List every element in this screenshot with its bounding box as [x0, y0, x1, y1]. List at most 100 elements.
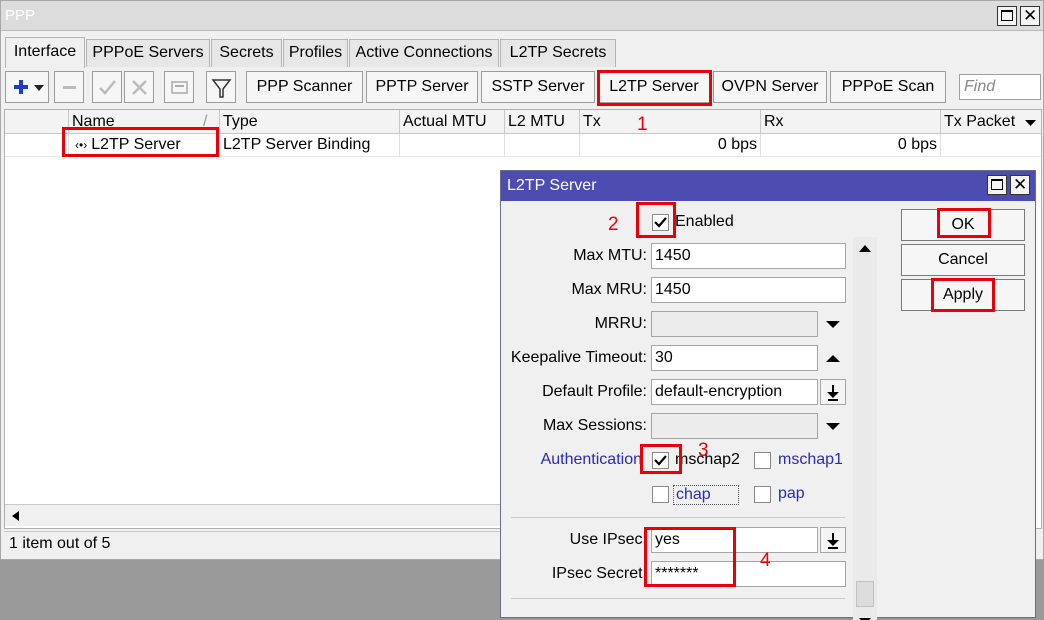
max-mru-field[interactable]: 1450	[651, 277, 846, 303]
pppoe-scan-button[interactable]: PPPoE Scan	[830, 71, 946, 103]
column-header-type[interactable]: Type	[219, 110, 399, 134]
toolbar: PPP Scanner PPTP Server SSTP Server L2TP…	[1, 69, 1043, 107]
scroll-left-icon[interactable]	[5, 505, 27, 527]
tab-pppoe-servers[interactable]: PPPoE Servers	[86, 39, 210, 67]
keepalive-timeout-field[interactable]: 30	[651, 345, 818, 371]
tab-interface[interactable]: Interface	[5, 37, 85, 68]
annotation-number: 3	[698, 440, 709, 461]
dialog-title: L2TP Server	[507, 177, 597, 194]
row-rx-cell: 0 bps	[760, 134, 940, 156]
pap-label: pap	[778, 485, 805, 502]
maximize-icon	[1001, 10, 1013, 21]
close-button[interactable]: ✕	[1020, 6, 1040, 26]
filter-button[interactable]	[206, 71, 236, 103]
row-l2-mtu-cell	[504, 134, 579, 156]
close-icon: ✕	[1023, 6, 1038, 25]
add-button[interactable]	[5, 71, 49, 103]
disable-button[interactable]	[124, 71, 154, 103]
maximize-button[interactable]	[997, 6, 1017, 26]
annotation-number: 2	[608, 214, 619, 235]
scrollbar-thumb[interactable]	[856, 581, 874, 607]
columns-menu-button[interactable]	[1020, 110, 1041, 134]
use-ipsec-dropdown-button[interactable]	[820, 527, 846, 553]
column-header-tx-packet[interactable]: Tx Packet (	[940, 110, 1020, 134]
sstp-server-button[interactable]: SSTP Server	[481, 71, 595, 103]
keepalive-collapse-button[interactable]	[820, 345, 846, 371]
dropdown-arrow-icon	[827, 533, 839, 549]
highlight-mschap2-checkbox	[640, 444, 682, 474]
chevron-down-icon	[1025, 120, 1036, 126]
dialog-maximize-button[interactable]	[987, 175, 1007, 195]
keepalive-timeout-label: Keepalive Timeout:	[510, 349, 647, 366]
filter-icon	[211, 79, 232, 98]
default-profile-dropdown-button[interactable]	[820, 379, 846, 405]
comment-icon	[171, 81, 188, 94]
pptp-server-button[interactable]: PPTP Server	[366, 71, 478, 103]
check-icon	[99, 80, 116, 95]
dialog-close-button[interactable]: ✕	[1010, 175, 1030, 195]
mschap1-label: mschap1	[778, 451, 843, 468]
horizontal-scrollbar[interactable]	[5, 504, 505, 526]
annotation-number: 1	[637, 114, 648, 135]
comment-button[interactable]	[164, 71, 194, 103]
authentication-label[interactable]: Authentication	[501, 451, 642, 469]
scroll-up-button[interactable]	[853, 237, 877, 261]
ppp-scanner-button[interactable]: PPP Scanner	[246, 71, 363, 103]
highlight-enabled-checkbox	[636, 202, 676, 238]
scroll-down-button[interactable]	[853, 609, 877, 620]
row-actual-mtu-cell	[399, 134, 504, 156]
max-sessions-field[interactable]	[651, 413, 818, 439]
default-profile-select[interactable]: default-encryption	[651, 379, 818, 405]
max-mtu-field[interactable]: 1450	[651, 243, 846, 269]
add-icon	[14, 80, 44, 94]
close-icon: ✕	[1013, 175, 1028, 194]
pap-checkbox[interactable]	[754, 486, 771, 503]
column-header-rx[interactable]: Rx	[760, 110, 940, 134]
scroll-up-icon	[859, 245, 871, 252]
dropdown-arrow-icon	[827, 385, 839, 401]
use-ipsec-label: Use IPsec:	[569, 531, 647, 548]
mrru-label: MRRU:	[594, 315, 647, 332]
mrru-dropdown-button[interactable]	[820, 311, 846, 337]
max-sessions-dropdown-button[interactable]	[820, 413, 846, 439]
highlight-ipsec-fields	[644, 527, 736, 587]
highlight-l2tp-server-button	[597, 70, 712, 106]
chap-label: chap	[673, 485, 739, 505]
scroll-down-icon	[859, 618, 871, 620]
highlight-ok-button	[937, 208, 991, 238]
window-titlebar: PPP ✕	[1, 1, 1043, 31]
mrru-field[interactable]	[651, 311, 818, 337]
max-mtu-label: Max MTU:	[573, 247, 647, 264]
maximize-icon	[991, 179, 1003, 190]
ovpn-server-button[interactable]: OVPN Server	[713, 71, 827, 103]
chevron-up-icon	[826, 355, 840, 362]
row-tx-packet-cell	[940, 134, 1041, 156]
row-type-cell: L2TP Server Binding	[219, 134, 399, 156]
column-header-actual-mtu[interactable]: Actual MTU	[399, 110, 504, 134]
status-bar: 1 item out of 5	[4, 531, 500, 555]
tab-l2tp-secrets[interactable]: L2TP Secrets	[500, 39, 616, 67]
section-divider	[511, 517, 845, 518]
tab-active-connections[interactable]: Active Connections	[349, 39, 499, 67]
highlight-apply-button	[931, 278, 995, 312]
tab-profiles[interactable]: Profiles	[283, 39, 348, 67]
minus-icon	[63, 86, 76, 89]
dialog-vertical-scrollbar[interactable]	[853, 237, 877, 620]
column-header-l2-mtu[interactable]: L2 MTU	[504, 110, 579, 134]
column-header-tx[interactable]: Tx	[579, 110, 760, 134]
row-tx-cell: 0 bps	[579, 134, 760, 156]
chevron-down-icon	[826, 321, 840, 328]
find-input[interactable]: Find	[959, 74, 1041, 100]
chevron-down-icon	[826, 423, 840, 430]
tab-secrets[interactable]: Secrets	[211, 39, 282, 67]
enable-button[interactable]	[92, 71, 122, 103]
chap-checkbox[interactable]	[652, 486, 669, 503]
mschap1-checkbox[interactable]	[754, 452, 771, 469]
remove-button[interactable]	[54, 71, 84, 103]
section-divider	[511, 598, 845, 599]
highlight-l2tp-server-row	[62, 127, 219, 157]
max-mru-label: Max MRU:	[571, 281, 647, 298]
x-icon	[132, 80, 147, 95]
enabled-label: Enabled	[675, 213, 734, 230]
cancel-button[interactable]: Cancel	[901, 244, 1025, 276]
